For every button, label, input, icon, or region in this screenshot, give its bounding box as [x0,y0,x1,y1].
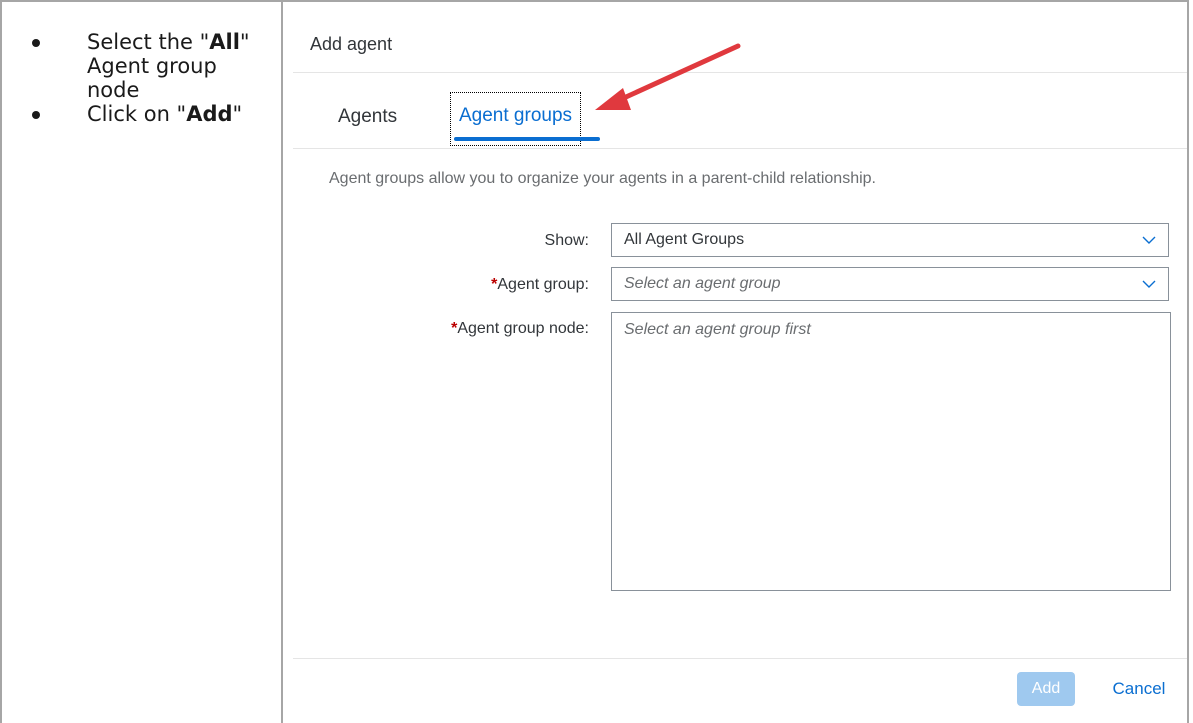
show-label: Show: [544,232,589,249]
agent-group-placeholder: Select an agent group [624,275,781,292]
instruction-bold: All [209,30,240,54]
chevron-down-icon [1142,236,1156,244]
active-tab-indicator [454,137,600,141]
tab-description: Agent groups allow you to organize your … [329,170,876,187]
agent-group-label: *Agent group: [389,276,589,294]
show-select-value: All Agent Groups [624,231,745,248]
chevron-down-icon [1142,280,1156,288]
dialog-title: Add agent [310,34,393,54]
tab-agents[interactable]: Agents [338,106,397,128]
add-button[interactable]: Add [1017,672,1075,706]
agent-group-node-placeholder: Select an agent group first [624,321,811,338]
instruction-list: Select the "All" Agent group node Click … [22,30,272,126]
instruction-text: " [232,102,243,126]
instruction-item: Select the "All" Agent group node [22,30,272,102]
footer-divider [293,658,1187,659]
agent-group-node-label: *Agent group node: [389,320,589,338]
bullet-icon [32,39,40,47]
agent-group-select[interactable]: Select an agent group [611,267,1169,301]
tab-divider [293,148,1187,149]
annotation-arrow-icon [595,43,741,110]
agent-group-node-label-text: Agent group node: [457,320,589,337]
instruction-item: Click on "Add" [22,102,272,126]
column-divider [281,0,283,723]
instruction-text: Click on " [87,102,187,126]
show-select[interactable]: All Agent Groups [611,223,1169,257]
agent-group-node-tree[interactable]: Select an agent group first [611,312,1171,591]
instruction-bold: Add [186,102,233,126]
cancel-button[interactable]: Cancel [1099,672,1179,706]
bullet-icon [32,111,40,119]
instruction-text: Select the " [87,30,210,54]
agent-group-label-text: Agent group: [497,276,589,293]
